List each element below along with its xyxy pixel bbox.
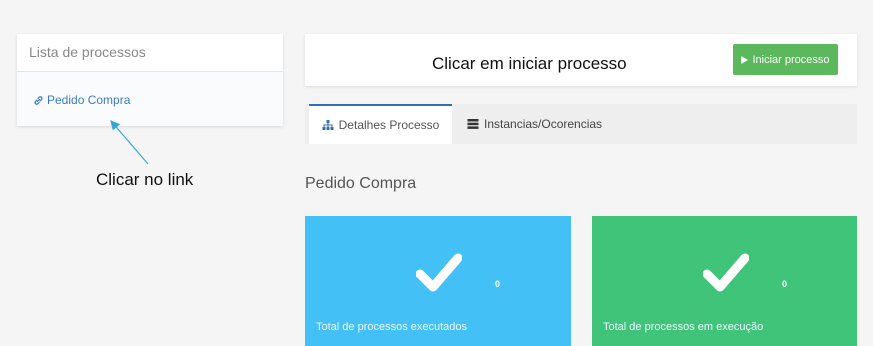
sitemap-icon xyxy=(322,120,334,130)
annotation-click-link: Clicar no link xyxy=(96,170,194,189)
process-tabs: Detalhes Processo Instancias/Ocorencias xyxy=(305,104,857,144)
stat-label-executed: Total de processos executados xyxy=(316,321,468,333)
stat-label-running: Total de processos em execução xyxy=(603,321,764,333)
tab-detalhes-label: Detalhes Processo xyxy=(338,118,440,132)
start-process-label: Iniciar processo xyxy=(752,53,830,66)
tab-detalhes-processo[interactable]: Detalhes Processo xyxy=(309,104,452,144)
annotation-arrow-link xyxy=(110,120,149,165)
stat-count-running: 0 xyxy=(782,279,788,289)
play-icon xyxy=(741,55,749,64)
stat-card-running: 0 Total de processos em execução xyxy=(592,216,857,346)
tab-instancias[interactable]: Instancias/Ocorencias xyxy=(467,104,602,144)
start-process-button[interactable]: Iniciar processo xyxy=(733,44,838,75)
page-title: Pedido Compra xyxy=(305,175,417,192)
check-icon xyxy=(703,253,749,292)
stat-count-executed: 0 xyxy=(495,279,501,289)
stat-card-executed: 0 Total de processos executados xyxy=(305,216,571,346)
tab-instancias-label: Instancias/Ocorencias xyxy=(484,117,603,131)
check-icon xyxy=(416,253,462,292)
annotation-click-start: Clicar em iniciar processo xyxy=(432,54,627,73)
server-icon xyxy=(467,119,479,129)
